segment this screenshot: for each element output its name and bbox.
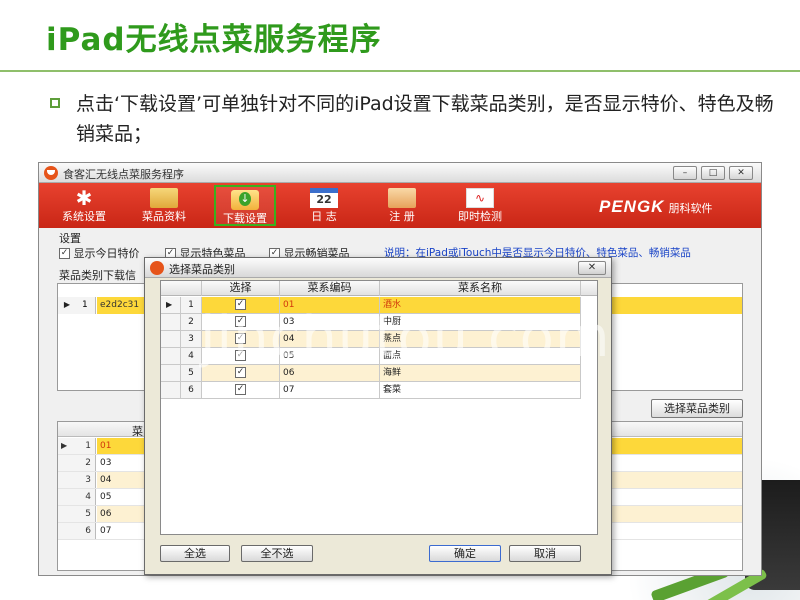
row-indicator [161,382,181,398]
row-pointer-icon: ▶ [161,297,181,313]
option-show-today-special[interactable]: ✓ 显示今日特价 [59,245,140,261]
toolbar-label: 系统设置 [62,210,106,223]
row-number: 3 [181,331,202,347]
bullet-square-icon [50,98,60,108]
toolbar-live-check-button[interactable]: ∿ 即时检测 [450,185,510,226]
checkbox[interactable]: ✓ [235,384,246,395]
row-header: ▶ 1 [58,297,96,314]
app-logo-icon [150,261,164,275]
bullet-text: 点击‘下载设置’可单独针对不同的iPad设置下载菜品类别，是否显示特价、特色及畅… [76,93,774,145]
minimize-button[interactable]: – [673,166,697,180]
app-logo-icon [44,166,58,180]
ok-button[interactable]: 确定 [429,545,501,562]
category-code-cell: 07 [280,382,380,398]
download-icon [231,190,259,210]
slide-title: iPad无线点菜服务程序 [46,22,382,58]
gear-icon: ✱ [75,186,93,210]
main-toolbar: ✱ 系统设置 菜品资料 下载设置 22 日 志 注 册 ∿ 即时检测 PENGK… [39,183,761,228]
row-number: 2 [58,455,96,471]
dialog-titlebar: 选择菜品类别 ✕ [145,258,611,278]
device-panel-label: 菜品类别下载信 [59,269,136,282]
brand-logo: PENGK 朋科软件 [599,197,712,217]
select-category-button[interactable]: 选择菜品类别 [651,399,743,418]
user-card-icon [388,188,416,208]
row-number: 6 [181,382,202,398]
row-indicator [161,348,181,364]
row-number: 5 [58,506,96,522]
app-titlebar: 食客汇无线点菜服务程序 – □ ✕ [39,163,761,183]
column-header-select[interactable]: 选择 [202,281,280,296]
toolbar-log-button[interactable]: 22 日 志 [294,185,354,226]
row-indicator [161,365,181,381]
category-name-cell: 套菜 [380,382,581,398]
pulse-monitor-icon: ∿ [466,188,494,208]
table-row[interactable]: 6 ✓ 07 套菜 [161,382,581,399]
folder-icon [150,188,178,208]
toolbar-label: 即时检测 [458,210,502,223]
row-number: 6 [58,523,96,539]
toolbar-register-button[interactable]: 注 册 [372,185,432,226]
toolbar-label: 注 册 [389,210,415,223]
cancel-button[interactable]: 取消 [509,545,581,562]
row-pointer-icon: ▶ [63,300,71,309]
toolbar-dish-info-button[interactable]: 菜品资料 [134,185,194,226]
grid-header: 选择 菜系编码 菜系名称 [161,281,597,296]
dialog-close-button[interactable]: ✕ [578,261,606,275]
select-all-button[interactable]: 全选 [160,545,230,562]
column-header-name[interactable]: 菜系名称 [380,281,581,296]
grid-header-corner [161,281,202,296]
row-indicator [161,331,181,347]
toolbar-label: 日 志 [311,210,337,223]
option-label: 显示今日特价 [73,247,140,260]
toolbar-system-settings-button[interactable]: ✱ 系统设置 [54,185,114,226]
row-number: 5 [181,365,202,381]
maximize-button[interactable]: □ [701,166,725,180]
row-number: 1 [181,297,202,313]
settings-section-label: 设置 [59,232,81,245]
toolbar-download-settings-button[interactable]: 下载设置 [214,185,276,226]
column-header-label: 菜 [132,425,143,438]
title-divider [0,70,800,72]
dialog-title: 选择菜品类别 [169,263,235,276]
toolbar-label: 下载设置 [223,212,267,225]
row-number: 3 [58,472,96,488]
close-button[interactable]: ✕ [729,166,753,180]
brand-name: PENGK [599,197,665,216]
row-number: 1 [82,300,88,310]
calendar-icon: 22 [310,188,338,208]
row-number: 4 [58,489,96,505]
column-header-code[interactable]: 菜系编码 [280,281,380,296]
toolbar-label: 菜品资料 [142,210,186,223]
select-none-button[interactable]: 全不选 [241,545,313,562]
row-indicator [161,314,181,330]
checkbox[interactable]: ✓ [59,247,70,259]
row-number: 4 [181,348,202,364]
app-window-title: 食客汇无线点菜服务程序 [63,168,184,181]
watermark-text: jinchutou.com [200,305,611,370]
row-pointer-icon: ▶ [61,441,68,450]
row-checkbox-cell[interactable]: ✓ [202,382,280,398]
brand-subtitle: 朋科软件 [668,203,713,215]
row-number: 2 [181,314,202,330]
row-number: ▶ 1 [58,438,96,454]
